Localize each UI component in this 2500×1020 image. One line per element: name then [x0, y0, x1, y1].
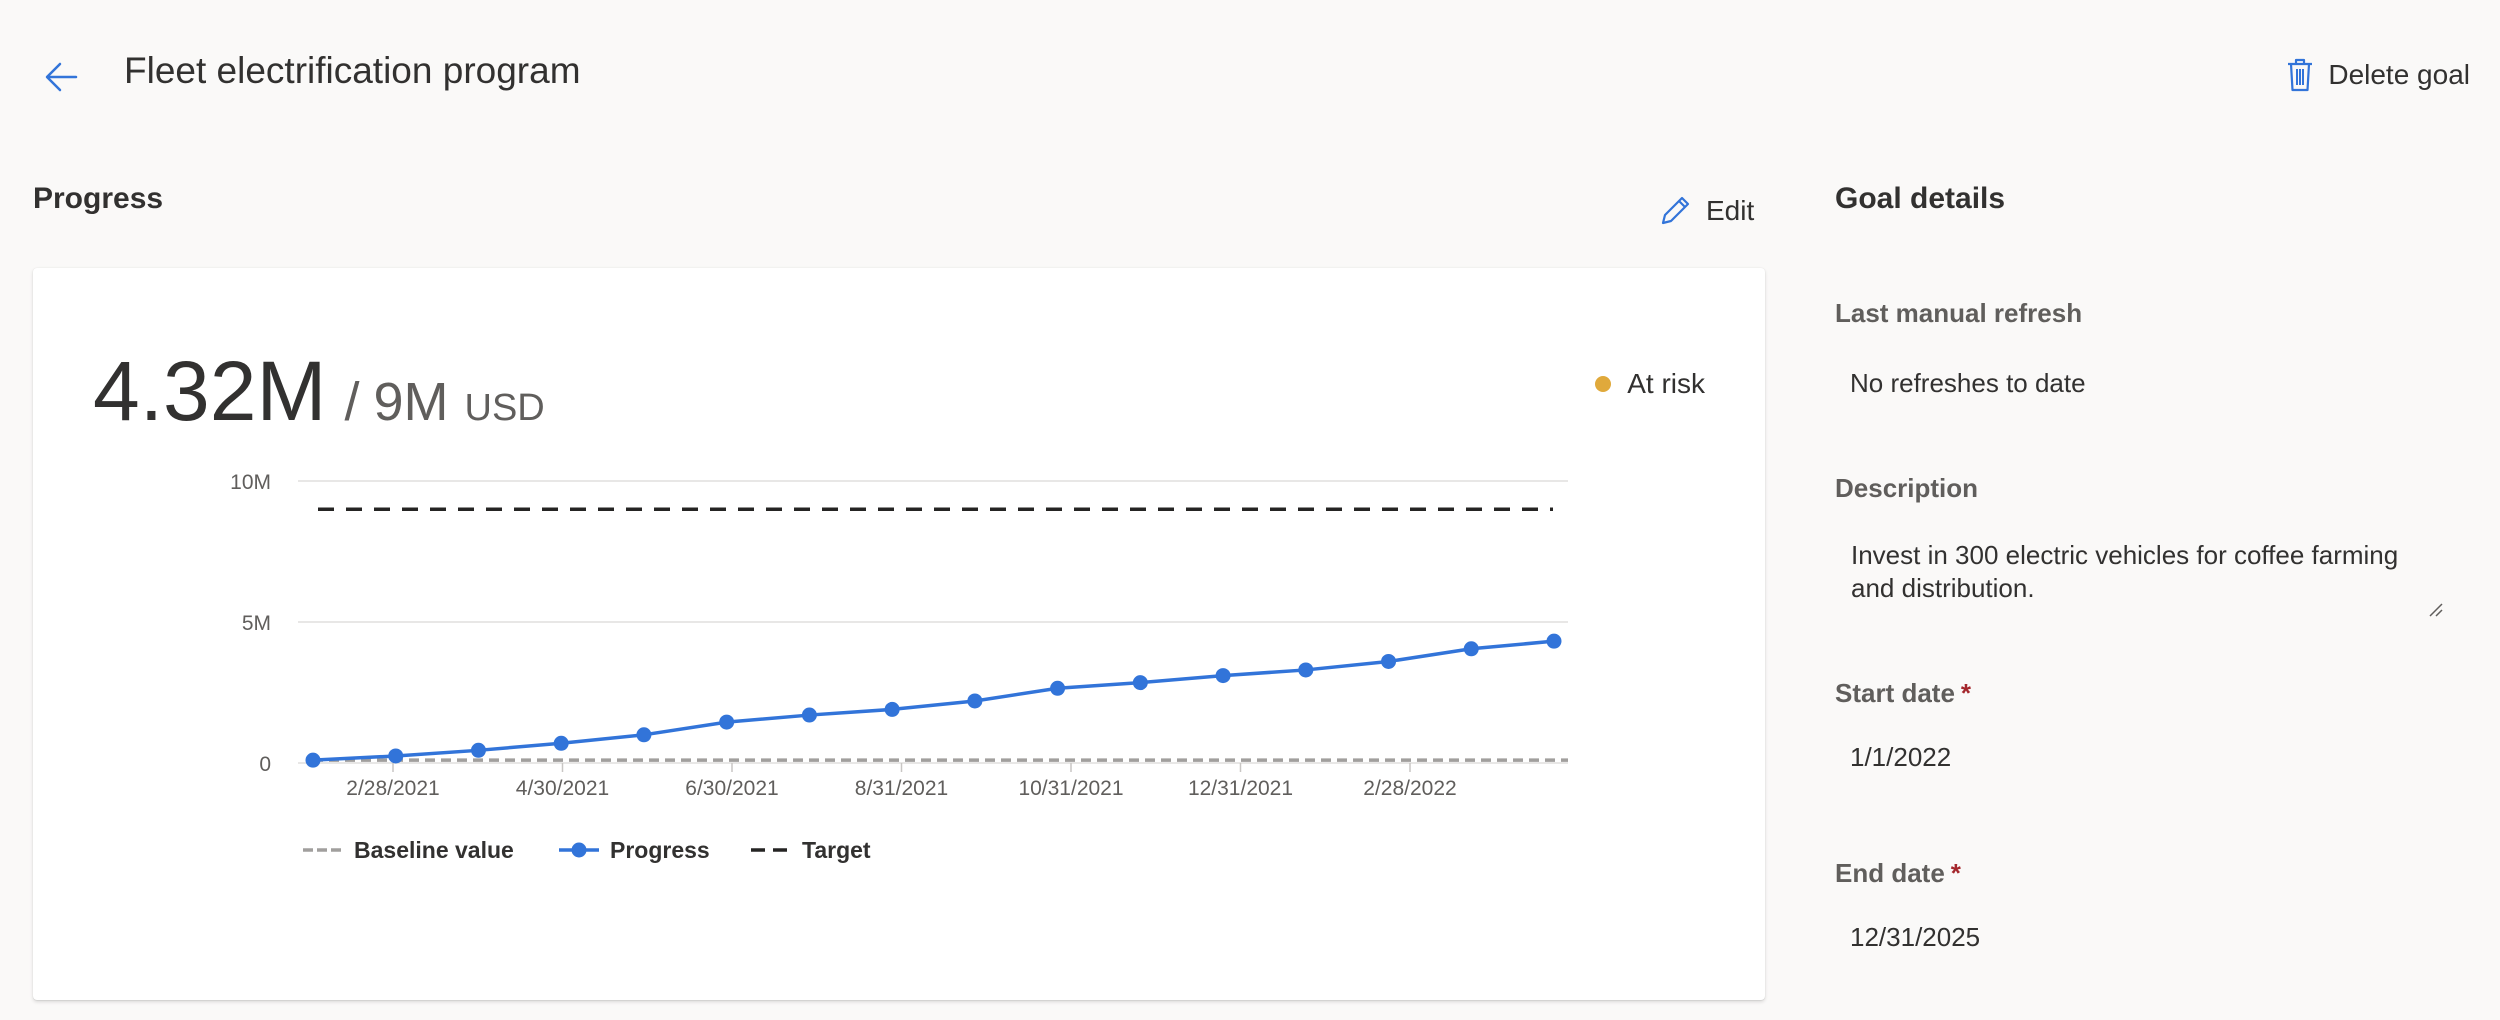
- pencil-icon: [1661, 196, 1690, 225]
- start-date-field[interactable]: 1/1/2022: [1850, 742, 1951, 773]
- progress-heading: Progress: [33, 182, 164, 215]
- data-point: [884, 701, 900, 717]
- end-date-label: End date *: [1835, 858, 1961, 889]
- end-date-field[interactable]: 12/31/2025: [1850, 922, 1980, 953]
- required-mark: *: [1950, 858, 1961, 888]
- x-tick-label: 2/28/2021: [346, 777, 439, 800]
- data-point: [305, 752, 321, 768]
- data-point: [801, 707, 817, 723]
- required-mark: *: [1960, 678, 1972, 708]
- y-tick-label: 0: [259, 753, 271, 776]
- description-label: Description: [1835, 473, 1979, 503]
- data-point: [388, 748, 404, 764]
- data-point: [470, 742, 486, 758]
- arrow-left-icon: [45, 62, 78, 92]
- legend-label: Baseline value: [354, 837, 514, 863]
- resize-handle-icon[interactable]: [2424, 598, 2444, 618]
- data-point: [1215, 668, 1231, 684]
- y-tick-label: 10M: [230, 471, 271, 494]
- trash-icon: [2288, 58, 2313, 92]
- series-line-progress: [312, 639, 1555, 762]
- data-point: [1381, 653, 1397, 669]
- page-title: Fleet electrification program: [124, 50, 581, 91]
- data-point: [1132, 675, 1148, 691]
- legend-label: Progress: [610, 837, 710, 863]
- delete-goal-button[interactable]: Delete goal: [2286, 58, 2470, 92]
- data-point: [553, 735, 569, 751]
- legend-label: Target: [802, 837, 871, 863]
- x-tick-label: 4/30/2021: [516, 777, 609, 800]
- data-point: [636, 727, 652, 743]
- data-point: [1050, 680, 1066, 696]
- x-tick-label: 6/30/2021: [685, 777, 778, 800]
- delete-goal-label: Delete goal: [2328, 59, 2470, 90]
- x-tick-label: 8/31/2021: [855, 777, 948, 800]
- data-point: [1546, 633, 1562, 649]
- x-tick-label: 10/31/2021: [1018, 777, 1123, 800]
- goal-details-heading: Goal details: [1835, 182, 2006, 215]
- description-textarea[interactable]: Invest in 300 electric vehicles for coff…: [1835, 523, 2445, 613]
- end-date-label-text: End date: [1835, 858, 1945, 888]
- last-refresh-label: Last manual refresh: [1835, 298, 2083, 328]
- data-point: [1298, 662, 1314, 678]
- x-tick-label: 2/28/2022: [1363, 777, 1456, 800]
- edit-button[interactable]: Edit: [1658, 194, 1754, 228]
- legend-marker: [571, 842, 587, 858]
- progress-card: 4.32M / 9M USD At risk 0 5M 10M 2/28/2021 4/…: [33, 268, 1765, 1000]
- x-tick-label: 12/31/2021: [1188, 777, 1293, 800]
- edit-label: Edit: [1706, 195, 1755, 226]
- start-date-label: Start date *: [1835, 678, 1971, 709]
- start-date-label-text: Start date: [1835, 678, 1955, 708]
- back-button[interactable]: [40, 55, 84, 99]
- last-refresh-value: No refreshes to date: [1850, 368, 2086, 398]
- data-point: [967, 693, 983, 709]
- data-point: [1463, 641, 1479, 657]
- y-tick-label: 5M: [242, 612, 271, 635]
- data-point: [719, 714, 735, 730]
- progress-chart: 0 5M 10M 2/28/2021 4/30/2021 6/30/2021 8/31/20…: [230, 471, 1568, 863]
- page-header: Fleet electrification program Delete goa…: [0, 0, 2500, 150]
